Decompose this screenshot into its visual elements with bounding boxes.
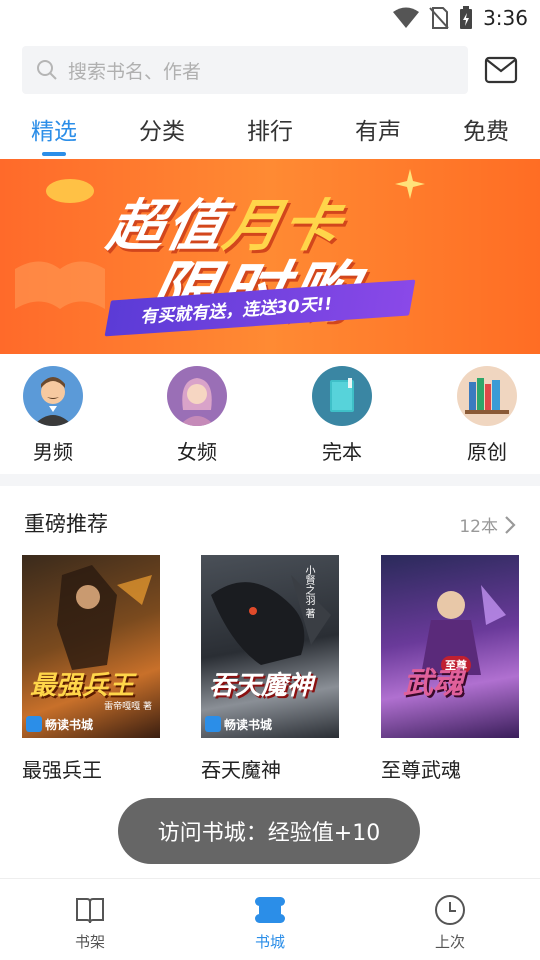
male-avatar-icon [23, 366, 83, 426]
category-finished[interactable]: 完本 [292, 364, 392, 465]
category-label: 原创 [467, 440, 507, 464]
search-placeholder: 搜索书名、作者 [68, 60, 202, 83]
book-card[interactable]: 最强兵王 雷帝嘎嘎 著 畅读书城 最强兵王 [22, 555, 162, 783]
brand-logo-icon [205, 716, 221, 732]
category-label: 男频 [33, 440, 73, 464]
cover-title: 最强兵王 [30, 671, 135, 701]
cover-title: 吞天魔神 [209, 671, 314, 701]
coin-decor-icon [46, 179, 94, 203]
cover-brand: 畅读书城 [26, 714, 93, 734]
nav-label: 书城 [254, 933, 285, 951]
store-icon [255, 897, 285, 923]
status-icons: 3:36 [393, 6, 528, 30]
cover-author: 小賢之羽 著 [303, 565, 314, 619]
book-cover: 小賢之羽 著 吞天魔神 畅读书城 [201, 555, 339, 738]
book-cover: 至尊 武魂 [381, 555, 519, 738]
no-sim-icon [429, 7, 449, 29]
sparkle-icon [395, 169, 425, 199]
battery-icon [460, 6, 473, 29]
bookshelf-icon [457, 366, 517, 426]
category-male[interactable]: 男频 [3, 364, 103, 465]
book-title: 最强兵王 [22, 758, 102, 782]
nav-bookshelf[interactable]: 书架 [40, 893, 140, 952]
tab-indicator [42, 152, 66, 156]
toast-message: 访问书城：经验值+10 [118, 798, 420, 864]
section-more-link[interactable]: 12本 [459, 512, 516, 537]
nav-label: 上次 [434, 933, 465, 951]
book-count: 12本 [459, 517, 498, 537]
tab-featured[interactable]: 精选 [0, 112, 108, 152]
cover-title: 武魂 [403, 666, 463, 701]
category-shortcuts: 男频 女频 完本 原创 [0, 364, 540, 464]
chevron-right-icon [505, 515, 516, 534]
tab-category[interactable]: 分类 [108, 112, 216, 152]
clock-icon [435, 895, 465, 925]
nav-recent[interactable]: 上次 [400, 893, 500, 952]
nav-bookstore[interactable]: 书城 [220, 893, 320, 952]
tab-audio[interactable]: 有声 [324, 112, 432, 152]
cover-brand: 畅读书城 [205, 714, 272, 734]
status-bar: 3:36 [0, 0, 540, 36]
wifi-icon [393, 7, 420, 28]
cover-art [421, 585, 506, 675]
mail-icon[interactable] [484, 56, 518, 84]
female-avatar-icon [167, 366, 227, 426]
book-cover: 最强兵王 雷帝嘎嘎 著 畅读书城 [22, 555, 160, 738]
promo-banner[interactable]: 超值月卡 限时购 有买就有送，连送30天!! [0, 159, 540, 354]
category-female[interactable]: 女频 [147, 364, 247, 465]
tab-free[interactable]: 免费 [432, 112, 540, 152]
section-divider [0, 474, 540, 486]
category-label: 女频 [177, 440, 217, 464]
book-icon [312, 366, 372, 426]
status-time: 3:36 [483, 6, 528, 30]
section-title: 重磅推荐 [24, 512, 108, 536]
cover-art [211, 575, 331, 665]
tab-ranking[interactable]: 排行 [216, 112, 324, 152]
bottom-nav: 书架 书城 上次 [0, 878, 540, 960]
book-title: 吞天魔神 [201, 758, 281, 782]
book-card[interactable]: 小賢之羽 著 吞天魔神 畅读书城 吞天魔神 [201, 555, 341, 783]
search-icon [37, 60, 57, 80]
book-decor-icon [15, 261, 105, 309]
nav-label: 书架 [74, 933, 105, 951]
category-original[interactable]: 原创 [437, 364, 537, 465]
top-tabs: 精选 分类 排行 有声 免费 [0, 112, 540, 158]
open-book-icon [76, 898, 104, 924]
book-card[interactable]: 至尊 武魂 至尊武魂 [381, 555, 521, 783]
category-label: 完本 [322, 440, 362, 464]
brand-logo-icon [26, 716, 42, 732]
search-input[interactable]: 搜索书名、作者 [22, 46, 468, 94]
book-title: 至尊武魂 [381, 758, 461, 782]
cover-author: 雷帝嘎嘎 著 [104, 702, 152, 712]
